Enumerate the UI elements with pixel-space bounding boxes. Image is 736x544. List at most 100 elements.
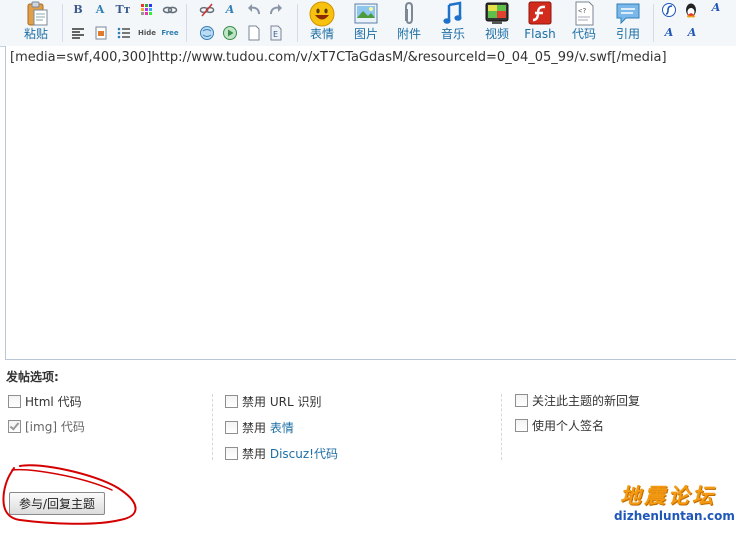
paste-button[interactable]: 粘贴 — [16, 0, 56, 44]
unlink-icon — [199, 3, 215, 17]
option-follow-replies[interactable]: 关注此主题的新回复 — [515, 392, 640, 410]
table-button[interactable] — [199, 25, 215, 41]
media-button[interactable] — [222, 25, 238, 41]
option-html-code[interactable]: Html 代码 — [8, 393, 82, 411]
options-divider-1 — [212, 394, 213, 460]
document-e-icon: E — [270, 25, 282, 41]
follow-replies-checkbox[interactable] — [515, 394, 528, 407]
align-left-icon — [72, 28, 84, 39]
globe-icon — [200, 26, 214, 40]
subscript-button[interactable]: A — [708, 0, 724, 16]
follow-replies-label: 关注此主题的新回复 — [532, 394, 641, 408]
paste-label: 粘贴 — [23, 27, 48, 41]
post-options-title: 发帖选项: — [6, 370, 59, 384]
list-icon — [117, 27, 130, 39]
quote-button[interactable]: 引用 — [608, 0, 648, 44]
option-img-code[interactable]: [img] 代码 — [8, 418, 85, 436]
message-editor[interactable]: [media=swf,400,300]http://www.tudou.com/… — [5, 46, 736, 360]
redo-button[interactable] — [268, 2, 284, 18]
html-code-checkbox[interactable] — [8, 395, 21, 408]
color-grid-icon — [141, 4, 152, 15]
subscript-icon: A — [711, 1, 721, 14]
editor-mode-button[interactable]: E — [268, 25, 284, 41]
link-button[interactable] — [162, 2, 178, 18]
hide-icon: Hide — [137, 29, 157, 37]
options-divider-2 — [501, 394, 502, 460]
unlink-button[interactable] — [199, 2, 215, 18]
font-color-button[interactable]: A — [92, 2, 108, 18]
penguin-icon — [686, 3, 696, 18]
editor-toolbar: 粘贴 B A Tт A Hide Free E 表情 图片 附件 音乐 视频 F… — [0, 0, 736, 47]
option-disable-discuz-code[interactable]: 禁用 Discuz!代码 — [225, 445, 338, 463]
bold-button[interactable]: B — [70, 2, 86, 18]
disable-url-label: URL 识别 — [269, 395, 322, 409]
watermark-url: dizhenluntan.com — [614, 509, 735, 523]
hide-button[interactable]: Hide — [137, 25, 157, 41]
undo-icon — [248, 4, 260, 15]
disable-url-checkbox[interactable] — [225, 395, 238, 408]
code-icon: <? — [570, 1, 598, 27]
undo-button[interactable] — [246, 2, 262, 18]
superscript-icon: A — [687, 26, 697, 39]
img-code-checkbox[interactable] — [8, 420, 21, 433]
superscript-button[interactable]: A — [684, 25, 700, 41]
attachment-button[interactable]: 附件 — [389, 0, 429, 44]
font-button[interactable]: A — [661, 25, 677, 41]
image-icon — [352, 1, 380, 27]
remove-format-icon: A — [225, 3, 235, 16]
disable-discuz-prefix: 禁用 — [242, 447, 270, 461]
free-button[interactable]: Free — [160, 25, 180, 41]
disable-discuz-code-checkbox[interactable] — [225, 447, 238, 460]
code-button[interactable]: <? 代码 — [564, 0, 604, 44]
page-button[interactable] — [246, 25, 262, 41]
paperclip-icon — [395, 1, 423, 27]
flash-label: Flash — [524, 27, 556, 41]
free-icon: Free — [161, 29, 179, 37]
option-disable-url[interactable]: 禁用 URL 识别 — [225, 393, 321, 411]
svg-text:<?: <? — [578, 7, 586, 15]
link-icon — [162, 6, 178, 14]
use-signature-label: 使用个人签名 — [532, 419, 605, 433]
swf-button[interactable] — [661, 2, 677, 18]
editor-content[interactable]: [media=swf,400,300]http://www.tudou.com/… — [10, 50, 725, 65]
smilies-link[interactable]: 表情 — [270, 421, 294, 435]
emoticon-button[interactable]: 表情 — [302, 0, 342, 44]
font-size-icon: Tт — [115, 3, 131, 16]
font-color-icon: A — [95, 3, 105, 16]
play-circle-icon — [223, 26, 237, 40]
font-size-button[interactable]: Tт — [115, 2, 131, 18]
disable-smilies-checkbox[interactable] — [225, 421, 238, 434]
video-label: 视频 — [484, 27, 509, 41]
video-icon — [483, 1, 511, 27]
html-code-label: Html 代码 — [25, 395, 82, 409]
use-signature-checkbox[interactable] — [515, 419, 528, 432]
swf-icon — [662, 3, 676, 17]
remove-format-button[interactable]: A — [222, 2, 238, 18]
italic-a-icon: A — [664, 26, 674, 39]
float-button[interactable] — [93, 25, 109, 41]
discuz-code-link[interactable]: Discuz!代码 — [270, 447, 338, 461]
page-icon — [248, 25, 260, 41]
img-code-label: [img] 代码 — [25, 420, 85, 434]
list-button[interactable] — [116, 25, 132, 41]
smiley-icon — [308, 1, 336, 27]
qq-button[interactable] — [683, 2, 699, 18]
color-grid-button[interactable] — [139, 2, 155, 18]
reply-submit-button[interactable]: 参与/回复主题 — [9, 492, 105, 515]
video-button[interactable]: 视频 — [477, 0, 517, 44]
bold-icon: B — [73, 3, 83, 16]
option-disable-smilies[interactable]: 禁用 表情 — [225, 419, 294, 437]
redo-icon — [270, 4, 282, 15]
emoticon-label: 表情 — [309, 27, 334, 41]
quote-label: 引用 — [615, 27, 640, 41]
flash-button[interactable]: Flash — [520, 0, 560, 44]
align-button[interactable] — [70, 25, 86, 41]
music-button[interactable]: 音乐 — [433, 0, 473, 44]
image-button[interactable]: 图片 — [346, 0, 386, 44]
music-label: 音乐 — [440, 27, 465, 41]
disable-url-prefix: 禁用 — [242, 395, 270, 409]
quote-icon — [614, 1, 642, 27]
option-use-signature[interactable]: 使用个人签名 — [515, 417, 604, 435]
float-icon — [95, 26, 107, 40]
watermark-logo-cn: 地震论坛 — [620, 483, 716, 508]
